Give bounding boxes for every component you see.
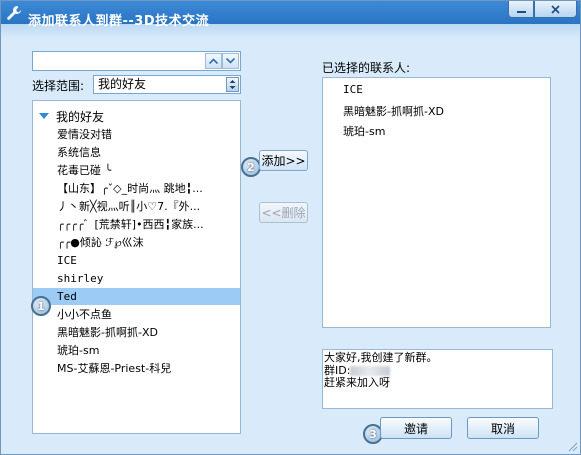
scope-label: 选择范围: xyxy=(32,79,85,93)
tree-item[interactable]: 琥珀-sm xyxy=(33,342,240,359)
add-button[interactable]: 添加>> xyxy=(259,150,308,171)
invite-button[interactable]: 邀请 xyxy=(380,417,452,439)
resize-grip-icon[interactable] xyxy=(568,442,578,452)
close-icon xyxy=(551,4,560,14)
tree-item[interactable]: 黑暗魅影-抓啊抓-XD xyxy=(33,324,240,341)
tree-item[interactable]: ╭╭●倾訫 ℱ℘巛沫 xyxy=(33,234,240,251)
tree-item[interactable]: 爱情没对错 xyxy=(33,126,240,143)
title-bar[interactable]: 添加联系人到群--3D技术交流 xyxy=(1,1,580,39)
minimize-button[interactable] xyxy=(508,1,534,18)
message-line: 群ID: xyxy=(324,363,552,378)
expand-caret-icon[interactable] xyxy=(39,113,49,119)
tree-item[interactable]: 系统信息 xyxy=(33,144,240,161)
close-button[interactable] xyxy=(534,1,577,18)
search-input[interactable] xyxy=(33,52,203,70)
cancel-button[interactable]: 取消 xyxy=(467,417,539,439)
tree-item[interactable]: MS-艾蘇恩-Priest-科兒 xyxy=(33,360,240,377)
tree-group-my-friends[interactable]: 我的好友 xyxy=(39,108,104,124)
chevron-up-icon xyxy=(209,58,218,64)
tree-item[interactable]: 【山东】╭ˇ◇_时尚灬 跳地╏... xyxy=(33,180,240,197)
step-badge-2: 2 xyxy=(241,157,261,177)
tree-item[interactable]: ICE xyxy=(33,252,240,269)
scope-select[interactable]: 我的好友 xyxy=(93,75,241,94)
window-title: 添加联系人到群--3D技术交流 xyxy=(28,14,210,29)
selected-contacts-list[interactable]: ICE 黑暗魅影-抓啊抓-XD 琥珀-sm xyxy=(322,77,551,328)
tree-item[interactable]: 丿丶新╳视灬听║小♡7.『外... xyxy=(33,198,240,215)
select-arrow-icon xyxy=(226,77,239,92)
minimize-icon xyxy=(516,10,526,13)
tree-item[interactable]: shirley xyxy=(33,270,240,287)
tree-item[interactable]: 花毒已碰 ╰ xyxy=(33,162,240,179)
tree-item[interactable]: 小小不点鱼 xyxy=(33,306,240,323)
scope-selected-value: 我的好友 xyxy=(98,77,147,91)
message-line: 赶紧来加入呀 xyxy=(324,376,390,389)
redacted-group-id xyxy=(350,365,391,376)
add-contacts-dialog: 添加联系人到群--3D技术交流 选择范围: 我的好友 我的好友 爱情没对错 系统… xyxy=(0,0,581,455)
wrench-icon xyxy=(7,6,21,20)
selected-contacts-label: 已选择的联系人: xyxy=(322,61,411,75)
search-down-button[interactable] xyxy=(222,53,239,69)
tree-group-label: 我的好友 xyxy=(56,109,105,124)
list-item[interactable]: 黑暗魅影-抓啊抓-XD xyxy=(343,103,444,119)
group-id-label: 群ID: xyxy=(324,363,351,377)
invite-message-box[interactable]: 大家好,我创建了新群。 群ID: 赶紧来加入呀 xyxy=(322,349,553,409)
list-item[interactable]: 琥珀-sm xyxy=(343,123,385,139)
search-box xyxy=(32,51,241,71)
contact-tree[interactable]: 我的好友 爱情没对错 系统信息 花毒已碰 ╰ 【山东】╭ˇ◇_时尚灬 跳地╏..… xyxy=(32,100,241,434)
message-line: 大家好,我创建了新群。 xyxy=(324,351,438,364)
step-badge-1: 1 xyxy=(31,296,51,316)
tree-item-selected[interactable]: Ted xyxy=(33,288,240,305)
delete-button[interactable]: <<删除 xyxy=(259,202,308,223)
chevron-down-icon xyxy=(226,58,235,64)
search-up-button[interactable] xyxy=(205,53,222,69)
tree-item[interactable]: ╭╭╭╭゛[荒禁轩]•西西╏家族... xyxy=(33,216,240,233)
list-item[interactable]: ICE xyxy=(343,83,363,96)
